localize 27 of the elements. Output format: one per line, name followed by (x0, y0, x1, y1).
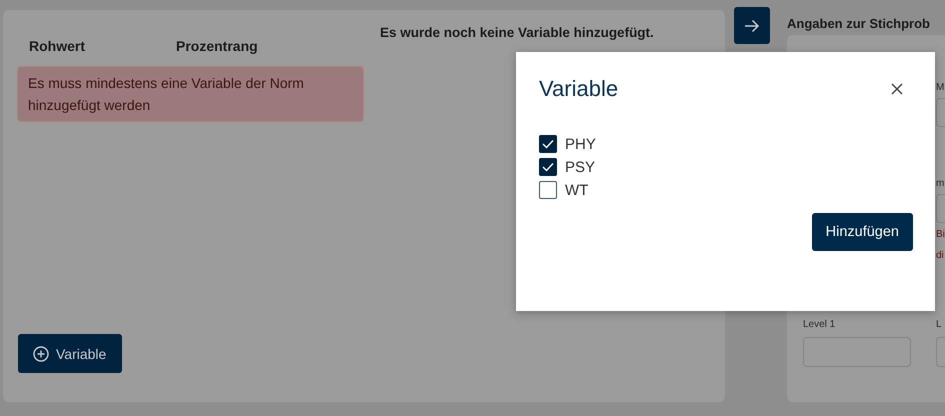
section-title: Angaben zur Stichprob (787, 15, 931, 33)
field-label: Level 1 (803, 319, 836, 332)
add-button[interactable]: Hinzufügen (812, 213, 913, 251)
error-alert: Es muss mindestens eine Variable der Norm hinzugefügt werden (17, 66, 364, 122)
checkbox[interactable] (539, 181, 557, 199)
close-icon (890, 82, 904, 96)
field-label: L (936, 319, 943, 332)
column-header: Prozentrang (176, 38, 259, 54)
checkbox-label: PHY (565, 136, 596, 152)
checkbox-label: WT (565, 182, 588, 198)
field-label: m (936, 178, 945, 191)
checkbox-label: PSY (565, 158, 596, 176)
add-variable-button[interactable]: Variable (18, 334, 122, 373)
arrow-button[interactable] (734, 7, 770, 44)
checkmark-icon (542, 162, 554, 172)
close-button[interactable] (890, 82, 904, 96)
checkbox[interactable] (539, 135, 557, 153)
checkmark-icon (542, 139, 554, 149)
error-text: Bi (936, 228, 945, 242)
field-label: M (936, 82, 945, 95)
column-header: Rohwert (29, 38, 86, 54)
arrow-right-icon (744, 18, 760, 32)
error-text: di (936, 249, 945, 263)
dialog-title: Variable (539, 76, 618, 102)
plus-circle-icon (33, 346, 49, 362)
checkbox[interactable] (539, 158, 557, 176)
empty-message: Es wurde noch keine Variable hinzugefügt. (380, 24, 654, 42)
